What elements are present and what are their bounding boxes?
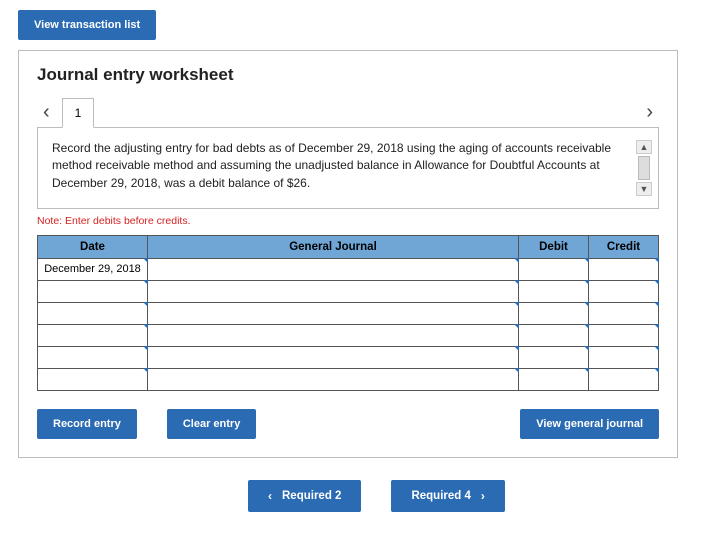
scroll-down-icon[interactable]: ▼: [636, 182, 652, 196]
cell-journal[interactable]: [148, 281, 519, 303]
table-row: [38, 369, 659, 391]
instruction-text: Record the adjusting entry for bad debts…: [52, 140, 628, 192]
cell-date[interactable]: December 29, 2018: [38, 259, 148, 281]
table-row: [38, 347, 659, 369]
col-date: Date: [38, 236, 148, 259]
clear-entry-button[interactable]: Clear entry: [167, 409, 256, 439]
col-debit: Debit: [519, 236, 589, 259]
prev-required-button[interactable]: ‹ Required 2: [248, 480, 361, 512]
worksheet-panel: Journal entry worksheet ‹ 1 › Record the…: [18, 50, 678, 458]
record-entry-button[interactable]: Record entry: [37, 409, 137, 439]
cell-journal[interactable]: [148, 347, 519, 369]
prev-label: Required 2: [282, 490, 341, 502]
tab-prev-icon[interactable]: ‹: [37, 97, 56, 128]
table-row: [38, 303, 659, 325]
chevron-right-icon: ›: [481, 489, 485, 503]
tab-next-icon[interactable]: ›: [640, 97, 659, 128]
journal-table: Date General Journal Debit Credit Decemb…: [37, 235, 659, 391]
cell-credit[interactable]: [589, 325, 659, 347]
view-general-journal-button[interactable]: View general journal: [520, 409, 659, 439]
cell-debit[interactable]: [519, 281, 589, 303]
next-required-button[interactable]: Required 4 ›: [391, 480, 504, 512]
tab-1[interactable]: 1: [62, 98, 95, 128]
cell-date[interactable]: [38, 325, 148, 347]
cell-credit[interactable]: [589, 369, 659, 391]
scroll-control: ▲ ▼: [636, 140, 652, 196]
panel-title: Journal entry worksheet: [37, 65, 659, 85]
cell-date[interactable]: [38, 369, 148, 391]
journal-tbody: December 29, 2018: [38, 259, 659, 391]
cell-credit[interactable]: [589, 303, 659, 325]
cell-debit[interactable]: [519, 303, 589, 325]
chevron-left-icon: ‹: [268, 489, 272, 503]
cell-debit[interactable]: [519, 259, 589, 281]
instruction-box: Record the adjusting entry for bad debts…: [37, 127, 659, 209]
tabs-row: ‹ 1 ›: [37, 97, 659, 128]
next-label: Required 4: [411, 490, 470, 502]
scroll-up-icon[interactable]: ▲: [636, 140, 652, 154]
note-text: Note: Enter debits before credits.: [37, 215, 659, 227]
scroll-track[interactable]: [638, 156, 650, 180]
cell-debit[interactable]: [519, 325, 589, 347]
cell-debit[interactable]: [519, 369, 589, 391]
nav-row: ‹ Required 2 Required 4 ›: [18, 480, 708, 512]
table-row: December 29, 2018: [38, 259, 659, 281]
table-row: [38, 281, 659, 303]
col-journal: General Journal: [148, 236, 519, 259]
action-button-row: Record entry Clear entry View general jo…: [37, 409, 659, 439]
cell-credit[interactable]: [589, 347, 659, 369]
cell-journal[interactable]: [148, 303, 519, 325]
cell-journal[interactable]: [148, 325, 519, 347]
cell-credit[interactable]: [589, 259, 659, 281]
cell-date[interactable]: [38, 347, 148, 369]
col-credit: Credit: [589, 236, 659, 259]
cell-debit[interactable]: [519, 347, 589, 369]
view-transaction-list-button[interactable]: View transaction list: [18, 10, 156, 40]
cell-date[interactable]: [38, 303, 148, 325]
cell-date[interactable]: [38, 281, 148, 303]
cell-journal[interactable]: [148, 369, 519, 391]
cell-credit[interactable]: [589, 281, 659, 303]
table-row: [38, 325, 659, 347]
cell-journal[interactable]: [148, 259, 519, 281]
